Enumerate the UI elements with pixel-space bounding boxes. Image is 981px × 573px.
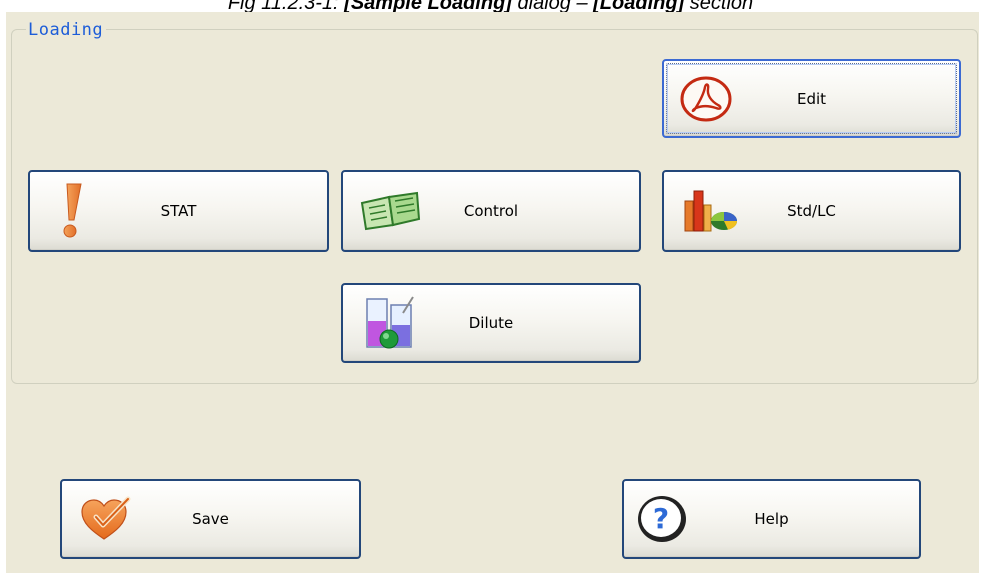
- save-button-label: Save: [192, 510, 229, 528]
- std-lc-button[interactable]: Std/LC: [662, 170, 961, 252]
- dilute-button-label: Dilute: [468, 314, 514, 332]
- pdf-acrobat-icon: [680, 76, 732, 121]
- save-button[interactable]: Save: [60, 479, 361, 559]
- loading-group-title: Loading: [26, 21, 107, 39]
- sample-loading-dialog: Loading Edit STAT Control Std/LC Dilute …: [6, 12, 979, 573]
- stat-button[interactable]: STAT: [28, 170, 329, 252]
- help-button-label: Help: [754, 510, 789, 528]
- stat-button-label: STAT: [160, 202, 197, 220]
- dilute-button[interactable]: Dilute: [341, 283, 641, 363]
- std-lc-button-label: Std/LC: [787, 202, 836, 220]
- control-button[interactable]: Control: [341, 170, 641, 252]
- edit-button[interactable]: Edit: [662, 59, 961, 138]
- edit-button-label: Edit: [796, 89, 827, 108]
- help-button[interactable]: ? Help: [622, 479, 921, 559]
- control-button-label: Control: [463, 202, 519, 220]
